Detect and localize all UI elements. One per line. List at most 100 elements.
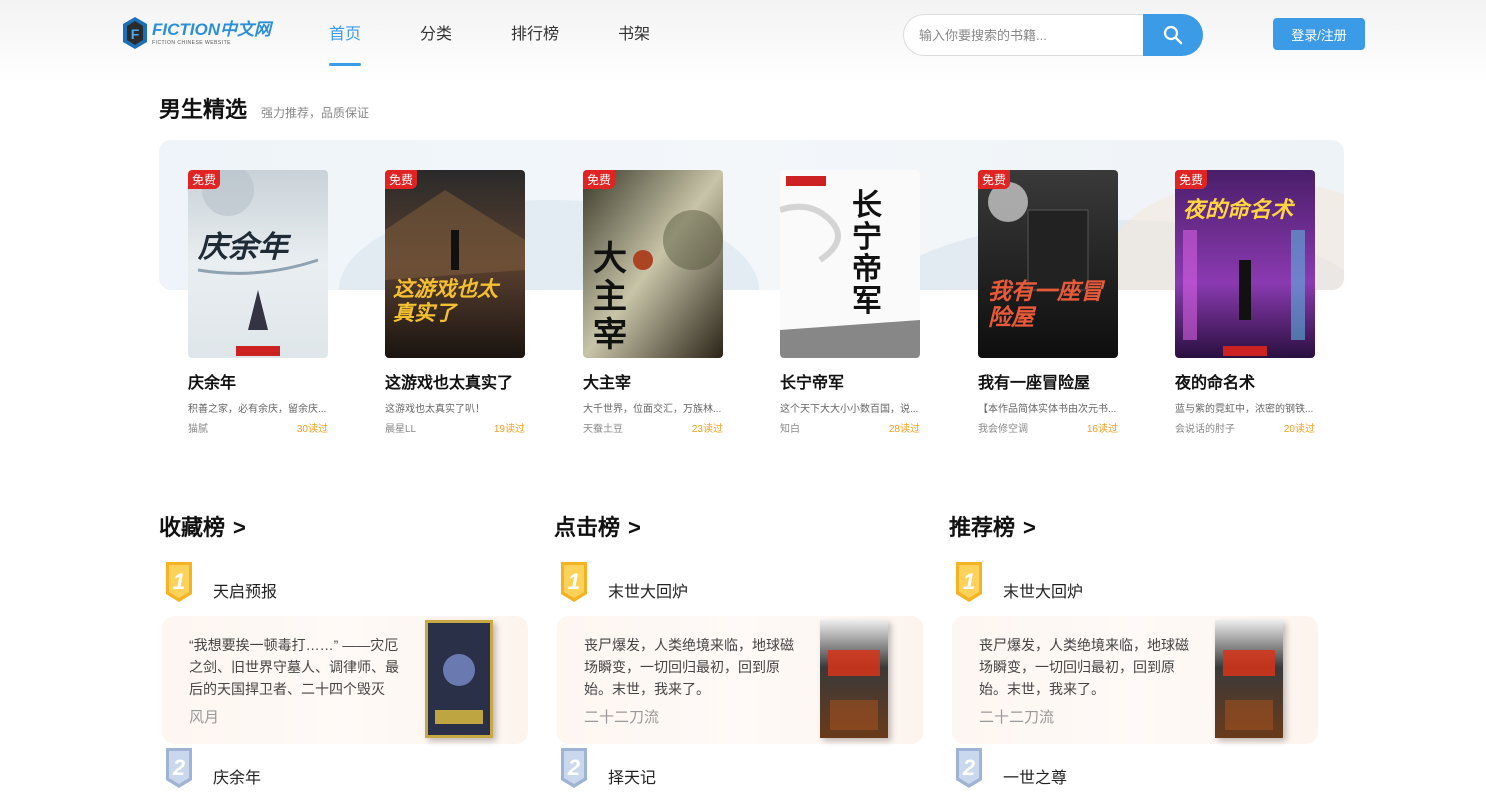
ranking-first-cover[interactable]	[1215, 620, 1283, 738]
nav-bookshelf[interactable]: 书架	[618, 0, 650, 70]
search-button[interactable]	[1143, 14, 1203, 56]
rank-number: 2	[172, 755, 186, 780]
book-cover[interactable]: 这游戏也太真实了 免费	[385, 170, 525, 358]
free-badge: 免费	[583, 170, 616, 189]
nav-category[interactable]: 分类	[420, 0, 452, 70]
featured-book-list: 庆余年 免费 庆余年 积善之家，必有余庆，留余庆... 猫腻 30读过 这游戏也…	[188, 170, 1328, 440]
search-input[interactable]	[903, 14, 1153, 56]
featured-title: 男生精选	[159, 97, 248, 122]
ranking-first-author: 二十二刀流	[584, 709, 660, 726]
book-title[interactable]: 我有一座冒险屋	[978, 369, 1090, 393]
rank-number: 1	[963, 569, 975, 594]
ranking-first-card[interactable]: “我想要挨一顿毒打……” ——灾厄之剑、旧世界守墓人、调律师、最后的天国捍卫者、…	[162, 616, 528, 744]
book-title[interactable]: 这游戏也太真实了	[385, 369, 513, 393]
ranking-first-card[interactable]: 丧尸爆发，人类绝境来临，地球磁场瞬变，一切回归最初，回到原始。末世，我来了。 二…	[952, 616, 1318, 744]
cover-title: 大主宰	[593, 240, 627, 354]
search-icon	[1163, 25, 1183, 45]
ranking-second-name[interactable]: 择天记	[608, 764, 656, 788]
ranking-first-description: “我想要挨一顿毒打……” ——灾厄之剑、旧世界守墓人、调律师、最后的天国捍卫者、…	[189, 637, 399, 697]
logo-subtitle: FICTION CHINESE WEBSITE	[152, 39, 232, 46]
book-author: 晨星LL	[385, 424, 417, 435]
book-cover[interactable]: 长宁帝军	[780, 170, 920, 358]
gold-medal-icon: 1	[954, 560, 984, 604]
featured-subtitle: 强力推荐，品质保证	[261, 106, 370, 120]
book-description: 大千世界，位面交汇，万族林...	[583, 404, 722, 415]
nav-home[interactable]: 首页	[329, 0, 362, 70]
top-header: F FICTION中文网 FICTION CHINESE WEBSITE 首页 …	[0, 0, 1486, 84]
featured-section-header: 男生精选 强力推荐，品质保证	[159, 92, 369, 124]
ranking-recommend: 推荐榜 > 1 末世大回炉 丧尸爆发，人类绝境来临，地球磁场瞬变，一切回归最初，回…	[949, 510, 1319, 795]
ranking-first-name[interactable]: 末世大回炉	[1003, 578, 1083, 602]
arrow-right-icon: >	[628, 515, 641, 540]
book-author: 天蚕土豆	[583, 424, 623, 435]
ranking-second-name[interactable]: 庆余年	[213, 764, 261, 788]
free-badge: 免费	[978, 170, 1011, 189]
ranking-first-author: 风月	[189, 709, 220, 726]
book-card[interactable]: 长宁帝军 长宁帝军 这个天下大大小小数百国，说... 知白 28读过	[780, 170, 920, 435]
svg-text:F: F	[131, 26, 140, 42]
book-read-count: 20读过	[1283, 424, 1315, 435]
ranking-title[interactable]: 收藏榜 >	[159, 510, 246, 542]
book-card[interactable]: 庆余年 免费 庆余年 积善之家，必有余庆，留余庆... 猫腻 30读过	[188, 170, 328, 435]
login-register-button[interactable]: 登录/注册	[1273, 18, 1365, 50]
gold-medal-icon: 1	[559, 560, 589, 604]
book-description: 这游戏也太真实了叭！	[385, 404, 485, 415]
arrow-right-icon: >	[233, 515, 246, 540]
ranking-second-name[interactable]: 一世之尊	[1003, 764, 1067, 788]
book-title[interactable]: 大主宰	[583, 369, 631, 393]
book-author: 会说话的肘子	[1175, 424, 1235, 435]
logo-mark-icon: F	[122, 16, 148, 50]
book-read-count: 28读过	[888, 424, 920, 435]
ranking-favorites: 收藏榜 > 1 天启预报 “我想要挨一顿毒打……” ——灾厄之剑、旧世界守墓人、调…	[159, 510, 529, 795]
ranking-title[interactable]: 点击榜 >	[554, 510, 641, 542]
gold-medal-icon: 1	[164, 560, 194, 604]
ranking-first-name[interactable]: 末世大回炉	[608, 578, 688, 602]
book-cover[interactable]: 大主宰 免费	[583, 170, 723, 358]
book-cover[interactable]: 庆余年 免费	[188, 170, 328, 358]
book-author: 猫腻	[188, 424, 208, 435]
book-title[interactable]: 庆余年	[188, 369, 236, 393]
book-read-count: 16读过	[1086, 424, 1118, 435]
book-card[interactable]: 夜的命名术 免费 夜的命名术 蓝与紫的霓虹中，浓密的钢铁... 会说话的肘子 2…	[1175, 170, 1315, 435]
silver-medal-icon: 2	[559, 746, 589, 790]
book-read-count: 30读过	[296, 424, 328, 435]
rank-number: 2	[567, 755, 581, 780]
ranking-first-cover[interactable]	[820, 620, 888, 738]
book-card[interactable]: 这游戏也太真实了 免费 这游戏也太真实了 这游戏也太真实了叭！ 晨星LL 19读…	[385, 170, 525, 435]
rank-number: 1	[173, 569, 185, 594]
main-nav: 首页 分类 排行榜 书架	[329, 0, 650, 70]
nav-ranking[interactable]: 排行榜	[511, 0, 559, 70]
book-read-count: 19读过	[493, 424, 525, 435]
ranking-first-name[interactable]: 天启预报	[213, 578, 277, 602]
ranking-first-author: 二十二刀流	[979, 709, 1055, 726]
silver-medal-icon: 2	[164, 746, 194, 790]
ranking-first-card[interactable]: 丧尸爆发，人类绝境来临，地球磁场瞬变，一切回归最初，回到原始。末世，我来了。 二…	[557, 616, 923, 744]
cover-title: 庆余年	[198, 231, 288, 264]
book-description: 这个天下大大小小数百国，说...	[780, 404, 919, 415]
ranking-first-description: 丧尸爆发，人类绝境来临，地球磁场瞬变，一切回归最初，回到原始。末世，我来了。	[979, 637, 1189, 697]
book-card[interactable]: 大主宰 免费 大主宰 大千世界，位面交汇，万族林... 天蚕土豆 23读过	[583, 170, 723, 435]
logo-title: FICTION中文网	[152, 19, 271, 39]
book-description: 蓝与紫的霓虹中，浓密的钢铁...	[1175, 404, 1314, 415]
silver-medal-icon: 2	[954, 746, 984, 790]
free-badge: 免费	[188, 170, 221, 189]
ranking-clicks: 点击榜 > 1 末世大回炉 丧尸爆发，人类绝境来临，地球磁场瞬变，一切回归最初，回…	[554, 510, 924, 795]
cover-title: 夜的命名术	[1183, 197, 1294, 222]
rank-number: 1	[568, 569, 580, 594]
arrow-right-icon: >	[1023, 515, 1036, 540]
book-cover[interactable]: 夜的命名术 免费	[1175, 170, 1315, 358]
ranking-first-cover[interactable]	[425, 620, 493, 738]
book-author: 知白	[780, 424, 800, 435]
book-card[interactable]: 我有一座冒险屋 免费 我有一座冒险屋 【本作品简体实体书由次元书... 我会修空…	[978, 170, 1118, 435]
book-title[interactable]: 夜的命名术	[1175, 369, 1255, 393]
book-description: 【本作品简体实体书由次元书...	[978, 404, 1117, 415]
free-badge: 免费	[1175, 170, 1208, 189]
cover-title: 长宁帝军	[852, 189, 882, 318]
book-author: 我会修空调	[978, 424, 1028, 435]
book-read-count: 23读过	[691, 424, 723, 435]
book-title[interactable]: 长宁帝军	[780, 369, 844, 393]
free-badge: 免费	[385, 170, 418, 189]
book-cover[interactable]: 我有一座冒险屋 免费	[978, 170, 1118, 358]
ranking-title[interactable]: 推荐榜 >	[949, 510, 1036, 542]
site-logo[interactable]: F FICTION中文网 FICTION CHINESE WEBSITE	[122, 14, 272, 52]
